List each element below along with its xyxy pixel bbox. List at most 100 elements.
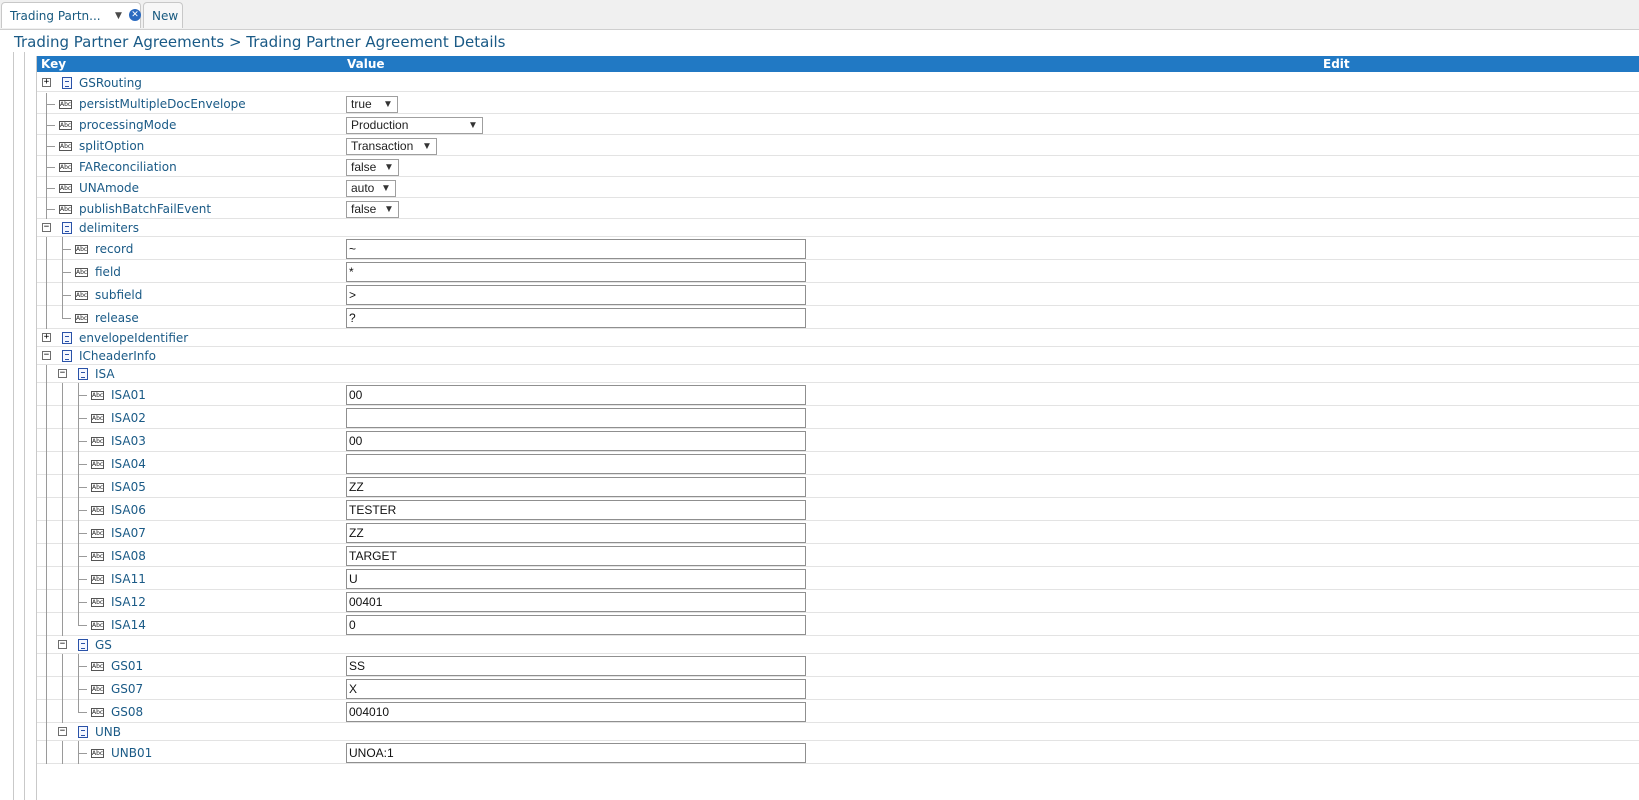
value-input[interactable]: SS [346,656,806,676]
tab-trading-partner-agreements[interactable]: Trading Partn... ▼ ✕ [1,2,141,28]
tree-guide-line [46,429,47,452]
document-icon [62,77,72,89]
column-header-value[interactable]: Value [347,57,385,71]
chevron-down-icon[interactable]: ▼ [422,139,432,154]
column-header-edit[interactable]: Edit [1323,57,1350,71]
select-value: false [351,202,377,216]
document-icon [62,222,72,234]
chevron-down-icon[interactable]: ▼ [381,181,391,196]
tree-branch-line [78,464,87,465]
node-label[interactable]: GS [95,638,112,652]
tree-node-row: + GSRouting [37,73,1639,92]
value-select[interactable]: true ▼ [346,96,398,113]
node-label[interactable]: ISA [95,367,115,381]
value-select[interactable]: auto ▼ [346,180,396,197]
value-select[interactable]: Production ▼ [346,117,483,134]
chevron-down-icon[interactable]: ▼ [384,160,394,175]
document-icon [62,350,72,362]
tree-branch-line [62,249,71,250]
tree-guide-line [46,365,47,383]
document-icon [78,368,88,380]
tree-guide-line [62,429,63,452]
document-icon [62,332,72,344]
value-input[interactable]: > [346,285,806,305]
plus-box-icon[interactable]: + [42,78,51,87]
tree-branch-line [62,295,71,296]
value-input[interactable]: X [346,679,806,699]
field-key-label: ISA01 [111,388,146,402]
value-input[interactable]: U [346,569,806,589]
field-key-label: publishBatchFailEvent [79,202,212,216]
abc-field-icon: Abc [59,205,72,214]
node-label[interactable]: envelopeIdentifier [79,331,188,345]
select-value: Production [351,118,409,132]
key-value-row: Abc FAReconciliation false ▼ [37,156,1639,177]
minus-box-icon[interactable]: − [58,640,67,649]
select-value: false [351,160,377,174]
close-icon[interactable]: ✕ [129,9,141,21]
tree-guide-line [46,475,47,498]
frame-line [24,52,25,800]
abc-field-icon: Abc [91,662,104,671]
key-value-grid: Key Value Edit + GSRouting Abc persistMulti… [36,56,1639,800]
field-key-label: ISA08 [111,549,146,563]
breadcrumb[interactable]: Trading Partner Agreements > Trading Par… [14,33,505,51]
chevron-down-icon[interactable]: ▼ [115,3,122,29]
value-input[interactable]: ZZ [346,477,806,497]
value-input[interactable]: 0 [346,615,806,635]
value-input[interactable]: UNOA:1 [346,743,806,763]
value-input[interactable]: 00401 [346,592,806,612]
tree-node-row: + envelopeIdentifier [37,329,1639,347]
abc-field-icon: Abc [91,414,104,423]
field-key-label: splitOption [79,139,145,153]
tree-branch-line [78,418,87,419]
value-select[interactable]: Transaction ▼ [346,138,437,155]
value-input[interactable] [346,454,806,474]
value-input[interactable]: ? [346,308,806,328]
field-key-label: ISA05 [111,480,146,494]
minus-box-icon[interactable]: − [58,727,67,736]
value-select[interactable]: false ▼ [346,201,399,218]
value-input[interactable]: TESTER [346,500,806,520]
column-header-key[interactable]: Key [41,57,66,71]
tree-guide-line [62,521,63,544]
chevron-down-icon[interactable]: ▼ [384,202,394,217]
key-value-row: Abc persistMultipleDocEnvelope true ▼ [37,93,1639,114]
minus-box-icon[interactable]: − [42,223,51,232]
value-input[interactable]: 004010 [346,702,806,722]
tree-branch-line [78,441,87,442]
tree-branch-line [78,487,87,488]
value-input[interactable]: 00 [346,431,806,451]
tree-guide-line [46,383,47,406]
minus-box-icon[interactable]: − [58,369,67,378]
abc-field-icon: Abc [91,391,104,400]
node-label[interactable]: GSRouting [79,76,142,90]
tree-guide-line [46,636,47,654]
value-input[interactable]: ~ [346,239,806,259]
tree-branch-line [78,556,87,557]
tree-guide-line [46,567,47,590]
tree-branch-line [46,209,55,210]
abc-field-icon: Abc [75,291,88,300]
value-select[interactable]: false ▼ [346,159,399,176]
value-input[interactable]: 00 [346,385,806,405]
tree-guide-line [46,452,47,475]
node-label[interactable]: delimiters [79,221,139,235]
chevron-down-icon[interactable]: ▼ [383,97,393,112]
tab-new[interactable]: New [143,2,183,28]
value-input[interactable]: TARGET [346,546,806,566]
frame-line [13,52,14,800]
minus-box-icon[interactable]: − [42,351,51,360]
abc-field-icon: Abc [91,621,104,630]
node-label[interactable]: UNB [95,725,121,739]
tree-guide-line [62,452,63,475]
tree-branch-line [62,318,71,319]
tree-branch-line [62,272,71,273]
value-input[interactable] [346,408,806,428]
node-label[interactable]: ICheaderInfo [79,349,156,363]
tree-guide-line [62,306,63,318]
value-input[interactable]: * [346,262,806,282]
value-input[interactable]: ZZ [346,523,806,543]
plus-box-icon[interactable]: + [42,333,51,342]
chevron-down-icon[interactable]: ▼ [468,118,478,133]
